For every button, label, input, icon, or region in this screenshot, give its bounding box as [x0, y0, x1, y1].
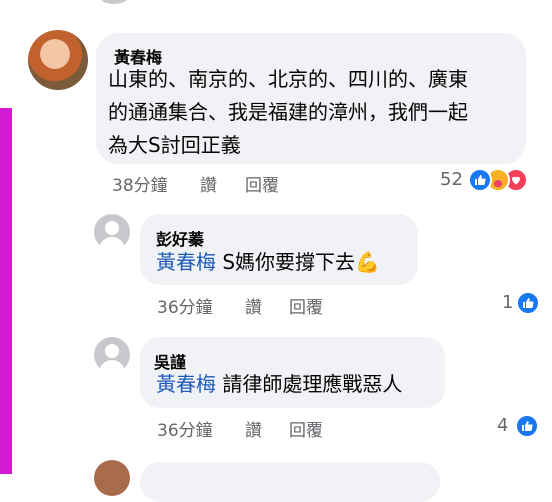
like-icon — [516, 291, 540, 315]
comment-timestamp[interactable]: 38分鐘 — [112, 171, 168, 196]
reply-message: 請律師處理應戰惡人 — [222, 372, 403, 396]
comment-text-line-3: 為大S討回正義 — [108, 133, 241, 157]
comment-text-line-1: 山東的、南京的、北京的、四川的、廣東 — [108, 67, 468, 91]
side-stripe — [0, 108, 12, 474]
flexed-biceps-emoji: 💪 — [355, 250, 380, 274]
previous-comment-fragment — [100, 0, 128, 4]
mention-link[interactable]: 黃春梅 — [156, 372, 216, 396]
reply-bubble: 吳謹 黃春梅 請律師處理應戰惡人 — [140, 337, 445, 408]
comment-bubble: 黃春梅 山東的、南京的、北京的、四川的、廣東 的通通集合、我是福建的漳州，我們一… — [96, 33, 526, 164]
like-icon — [515, 414, 539, 438]
like-button[interactable]: 讚 — [245, 293, 262, 318]
reaction-count: 1 — [502, 292, 514, 313]
avatar[interactable] — [94, 214, 130, 250]
reply-button[interactable]: 回覆 — [289, 293, 323, 318]
reply-bubble — [140, 462, 440, 502]
avatar[interactable] — [94, 460, 130, 496]
reply-button[interactable]: 回覆 — [245, 171, 279, 196]
avatar[interactable] — [94, 337, 130, 373]
reply-button[interactable]: 回覆 — [289, 416, 323, 441]
reaction-count: 4 — [497, 415, 509, 436]
reply-timestamp[interactable]: 36分鐘 — [157, 293, 213, 318]
comment-text-line-2: 的通通集合、我是福建的漳州，我們一起 — [108, 100, 468, 124]
reply-bubble: 彭好蓁 黃春梅 S媽你要撐下去💪 — [140, 214, 418, 285]
reply-message: S媽你要撐下去 — [222, 250, 356, 274]
reply-text: 黃春梅 S媽你要撐下去💪 — [156, 246, 380, 279]
like-icon — [468, 168, 492, 192]
like-button[interactable]: 讚 — [245, 416, 262, 441]
like-button[interactable]: 讚 — [200, 171, 217, 196]
reaction-count: 52 — [440, 169, 463, 190]
avatar[interactable] — [28, 30, 88, 90]
reply-timestamp[interactable]: 36分鐘 — [157, 416, 213, 441]
mention-link[interactable]: 黃春梅 — [156, 250, 216, 274]
reply-text: 黃春梅 請律師處理應戰惡人 — [156, 368, 402, 401]
